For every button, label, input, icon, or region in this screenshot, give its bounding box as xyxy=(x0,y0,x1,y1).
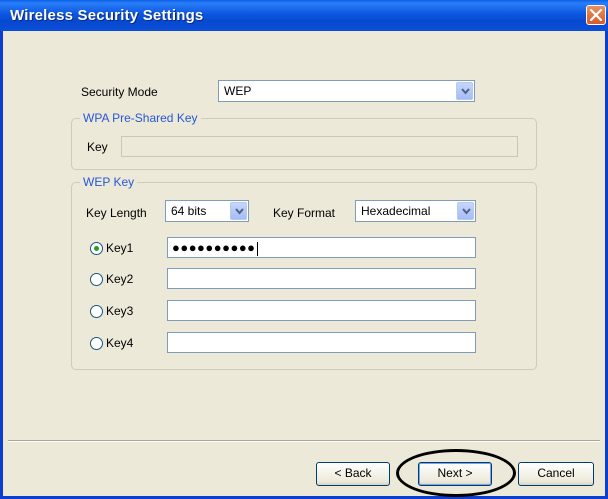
key3-radio[interactable] xyxy=(90,305,103,318)
key-format-select[interactable]: Hexadecimal xyxy=(355,200,476,222)
key2-radio[interactable] xyxy=(90,273,103,286)
footer-separator xyxy=(8,440,600,442)
chevron-down-icon xyxy=(235,208,244,215)
cancel-button[interactable]: Cancel xyxy=(518,462,594,486)
security-mode-label: Security Mode xyxy=(81,85,158,99)
wpa-key-label: Key xyxy=(87,140,108,154)
key4-radio[interactable] xyxy=(90,337,103,350)
key1-radio[interactable] xyxy=(90,242,103,255)
chevron-down-icon xyxy=(462,208,471,215)
key4-input[interactable] xyxy=(167,332,476,353)
close-icon xyxy=(590,9,602,21)
security-mode-select[interactable]: WEP xyxy=(218,80,475,102)
key-length-value: 64 bits xyxy=(171,204,207,218)
radio-selected-dot xyxy=(94,246,99,251)
key1-masked-value: ●●●●●●●●●● xyxy=(172,240,256,255)
wpa-group-legend: WPA Pre-Shared Key xyxy=(80,111,201,125)
key4-label: Key4 xyxy=(106,336,134,350)
key-format-label: Key Format xyxy=(273,206,336,220)
key1-label: Key1 xyxy=(106,241,134,255)
wpa-key-input[interactable] xyxy=(121,136,518,157)
key3-label: Key3 xyxy=(106,304,134,318)
key-format-dropdown-button[interactable] xyxy=(457,202,474,220)
next-button-highlight-ring xyxy=(396,449,516,497)
key3-input[interactable] xyxy=(167,300,476,321)
chevron-down-icon xyxy=(461,88,470,95)
back-button[interactable]: < Back xyxy=(316,462,390,486)
text-caret xyxy=(256,241,258,256)
key-format-value: Hexadecimal xyxy=(361,204,431,218)
key-length-select[interactable]: 64 bits xyxy=(165,200,249,222)
window-title: Wireless Security Settings xyxy=(10,7,204,24)
key1-input[interactable]: ●●●●●●●●●● xyxy=(167,237,476,258)
key-length-label: Key Length xyxy=(86,206,147,220)
close-button[interactable] xyxy=(586,5,606,25)
key2-input[interactable] xyxy=(167,268,476,289)
key2-label: Key2 xyxy=(106,272,134,286)
security-mode-value: WEP xyxy=(224,84,252,98)
wep-group-legend: WEP Key xyxy=(80,175,138,189)
security-mode-dropdown-button[interactable] xyxy=(456,82,473,100)
key-length-dropdown-button[interactable] xyxy=(230,202,247,220)
title-bar[interactable]: Wireless Security Settings xyxy=(0,0,608,31)
dialog-window: Wireless Security Settings Security Mode… xyxy=(0,0,608,499)
